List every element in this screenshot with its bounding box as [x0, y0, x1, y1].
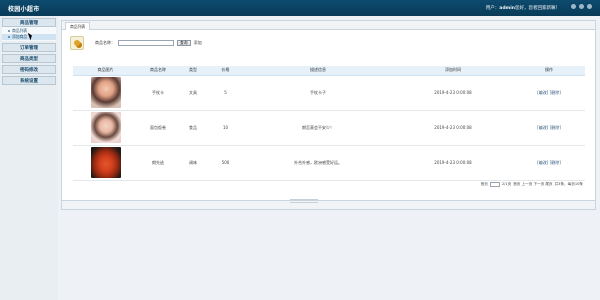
window-controls: [571, 4, 592, 9]
cell-desc: 外合外感，欧洲感受好运。: [243, 145, 393, 181]
col-name: 商品名称: [138, 66, 178, 76]
cell-name: 朗先逃: [138, 145, 178, 181]
control-dot-icon[interactable]: [579, 4, 584, 9]
delete-link[interactable]: [删除]: [550, 160, 561, 165]
cell-name: 手杖卡: [138, 75, 178, 111]
goods-table: 商品图片 商品名称 类型 价格 描述信息 添加时间 操作 手杖卡 文具 5 手杖…: [73, 66, 585, 181]
col-type: 类型: [178, 66, 208, 76]
search-bar: 商品名称： 查询 添加: [70, 36, 202, 50]
menu-goods[interactable]: 商品管理: [2, 18, 56, 27]
table-header-row: 商品图片 商品名称 类型 价格 描述信息 添加时间 操作: [73, 66, 585, 76]
col-price: 价格: [208, 66, 243, 76]
menu-password[interactable]: 密码修改: [2, 65, 56, 74]
col-actions: 操作: [513, 66, 585, 76]
pager-total: 共3条，每页10条: [554, 182, 583, 186]
delete-link[interactable]: [删除]: [550, 125, 561, 130]
cell-type: 调味: [178, 145, 208, 181]
product-image: [90, 77, 121, 108]
edit-link[interactable]: [编改]: [537, 160, 548, 165]
cell-time: 2019-4-23 0:00:08: [393, 110, 513, 146]
tab-bar: 商品列表: [62, 21, 595, 30]
cell-actions: [编改] [删除]: [513, 75, 585, 111]
table-row: 朗先逃 调味 500 外合外感，欧洲感受好运。 2019-4-23 0:00:0…: [73, 145, 585, 181]
cell-price: 500: [208, 145, 243, 181]
delete-link[interactable]: [删除]: [550, 90, 561, 95]
control-dot-icon[interactable]: [587, 4, 592, 9]
top-bar: 校园小超市 用户：admin您好，您者回家新嘛！: [0, 0, 600, 16]
bullet-icon: [8, 30, 10, 32]
cell-actions: [编改] [删除]: [513, 145, 585, 181]
welcome-text: 用户：admin您好，您者回家新嘛！: [485, 6, 560, 11]
cell-time: 2019-4-23 0:00:08: [393, 145, 513, 181]
control-dot-icon[interactable]: [571, 4, 576, 9]
menu-goods-type[interactable]: 商品类型: [2, 54, 56, 63]
menu-settings[interactable]: 系统设置: [2, 76, 56, 85]
add-goods-link[interactable]: 添加: [194, 40, 202, 46]
panel-footer: [62, 200, 595, 209]
app-title: 校园小超市: [8, 5, 40, 13]
col-desc: 描述信息: [243, 66, 393, 76]
search-label: 商品名称：: [95, 40, 115, 45]
cell-price: 5: [208, 75, 243, 111]
table-row: 面包饭卷 食品 10 朗怎莫会不安少！ 2019-4-23 0:00:08 [编…: [73, 110, 585, 146]
main-panel: 商品列表 商品名称： 查询 添加 商品图片 商品名称 类型 价格 描述信息 添加…: [61, 20, 596, 210]
pager-links[interactable]: 首页 上一页 下一页 尾页: [513, 182, 552, 187]
product-image: [90, 112, 121, 143]
cell-type: 文具: [178, 75, 208, 111]
col-time: 添加时间: [393, 66, 513, 76]
edit-link[interactable]: [编改]: [537, 125, 548, 130]
cell-type: 食品: [178, 110, 208, 146]
search-input[interactable]: [118, 40, 174, 46]
bullet-icon: [8, 36, 10, 38]
edit-link[interactable]: [编改]: [537, 90, 548, 95]
cell-actions: [编改] [删除]: [513, 110, 585, 146]
page-number-input[interactable]: [489, 182, 500, 187]
search-button[interactable]: 查询: [177, 40, 191, 46]
cell-name: 面包饭卷: [138, 110, 178, 146]
product-image: [90, 147, 121, 178]
cell-price: 10: [208, 110, 243, 146]
tab-goods-list[interactable]: 商品列表: [65, 22, 91, 30]
decorative-divider: [290, 199, 318, 203]
cell-desc: 手杖卡子: [243, 75, 393, 111]
cell-desc: 朗怎莫会不安少！: [243, 110, 393, 146]
toolbox-icon: [70, 36, 84, 50]
cell-time: 2019-4-23 0:00:08: [393, 75, 513, 111]
pager-first[interactable]: 首页: [481, 182, 488, 187]
menu-orders[interactable]: 订单管理: [2, 43, 56, 52]
table-row: 手杖卡 文具 5 手杖卡子 2019-4-23 0:00:08 [编改] [删除…: [73, 75, 585, 111]
pager-count: 2/1页: [501, 182, 512, 186]
sidebar: 商品管理 商品列表 添加商品 订单管理 商品类型 密码修改 系统设置: [0, 16, 58, 300]
col-image: 商品图片: [73, 66, 138, 76]
pagination: 首页 2/1页 首页 上一页 下一页 尾页 共3条，每页10条: [481, 182, 583, 187]
